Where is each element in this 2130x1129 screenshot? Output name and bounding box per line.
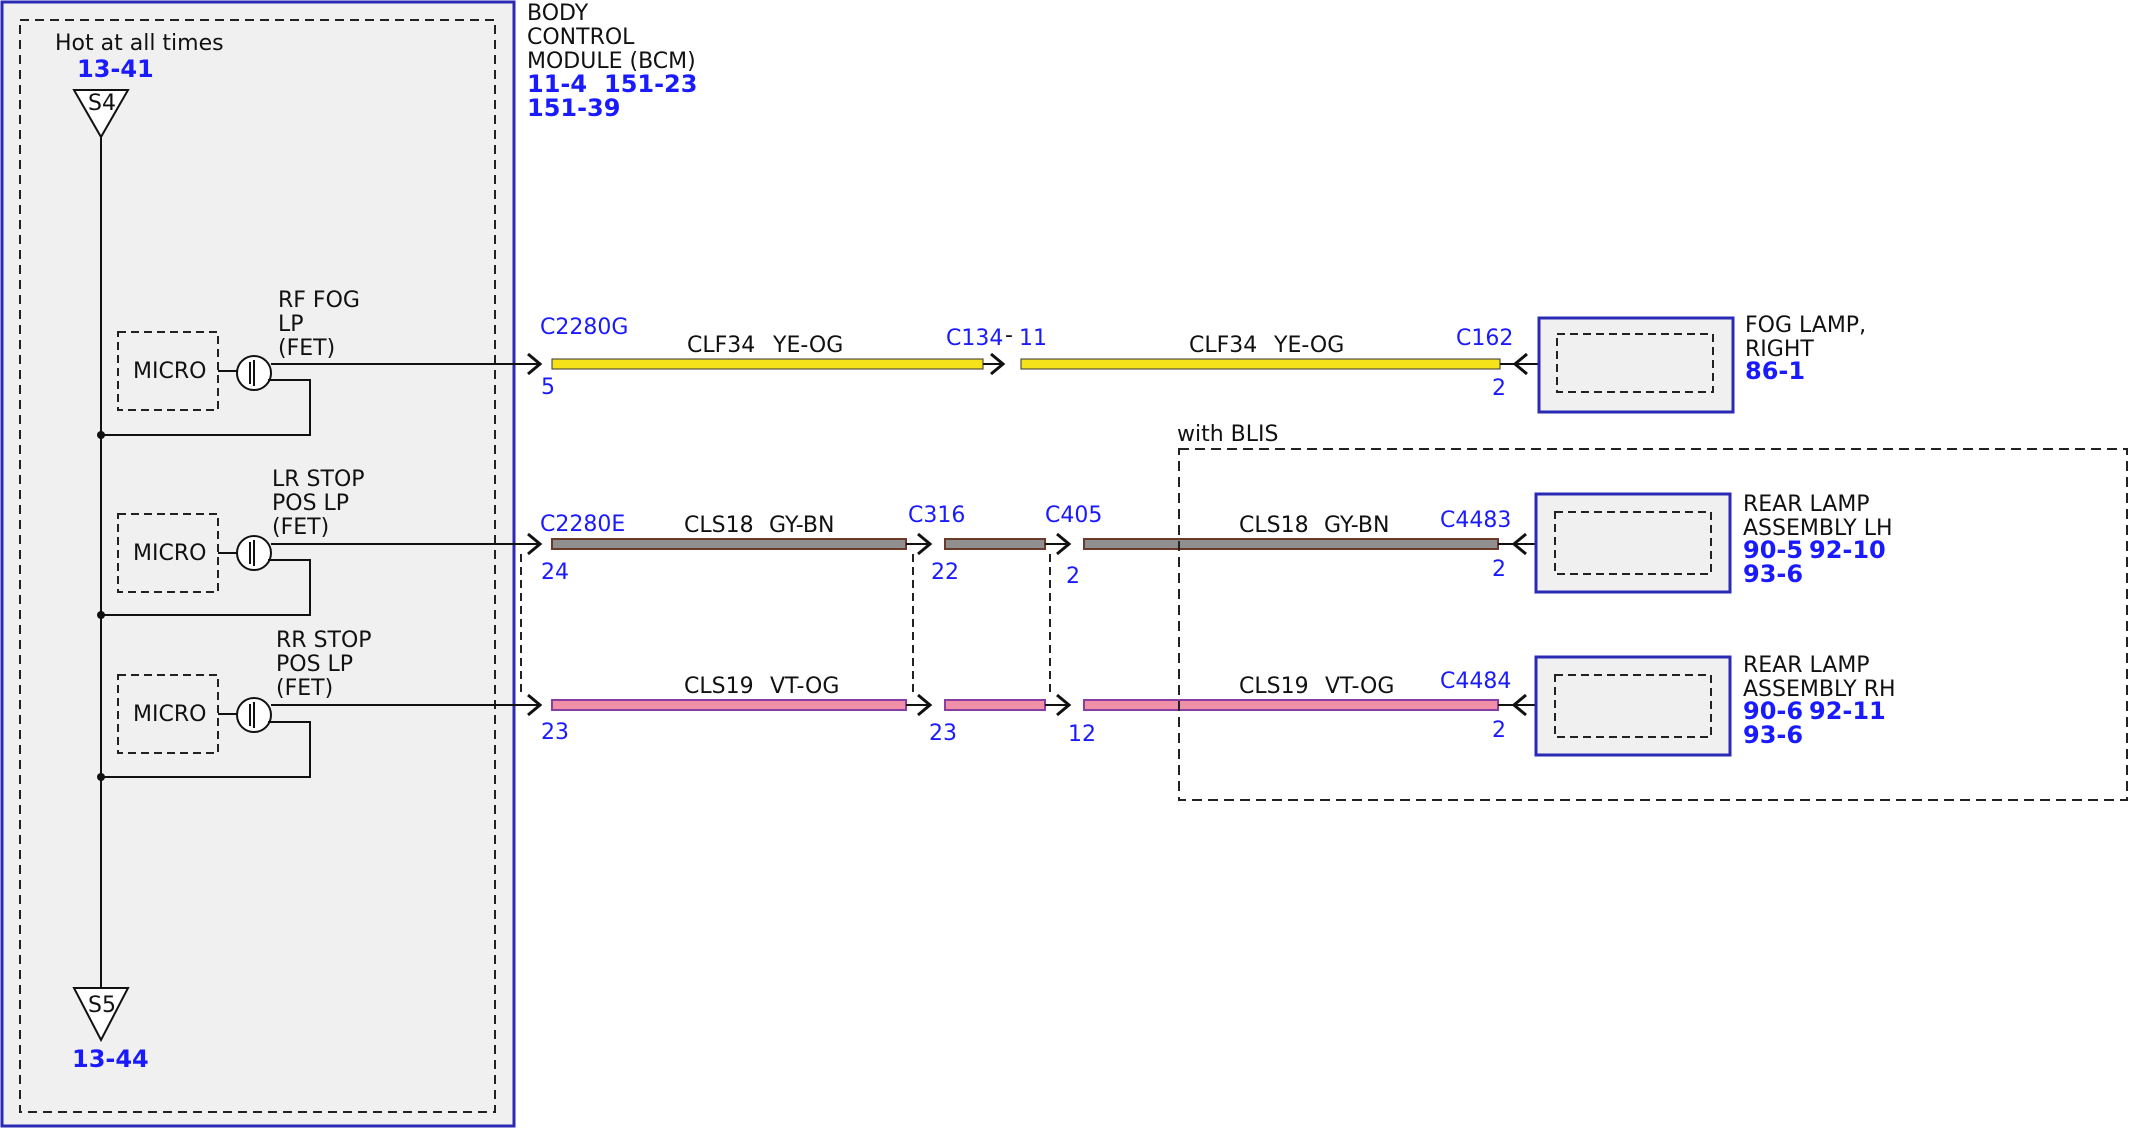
fog-lamp-right-box[interactable] [1537, 316, 1735, 414]
component-ref[interactable]: 93-6 [1743, 721, 1803, 749]
wire-code: CLF34 [1189, 333, 1257, 358]
component-pin: 2 [1492, 376, 1506, 401]
component-ref[interactable]: 92-10 [1809, 536, 1886, 564]
wire-segment [551, 699, 907, 711]
wire-segment [551, 358, 984, 370]
wire-segment [944, 538, 1046, 550]
bcm-label-line2: CONTROL [527, 25, 635, 50]
micro-label: MICRO [133, 359, 206, 384]
connector-label[interactable]: C2280G [540, 315, 628, 340]
fet-label-line2: POS LP [276, 652, 353, 677]
fet-label-line3: (FET) [272, 515, 329, 540]
micro-label: MICRO [133, 541, 206, 566]
wire-color: YE-OG [772, 333, 843, 358]
fet-label-line1: RF FOG [278, 288, 360, 313]
inline-connector-pin: 2 [1066, 564, 1080, 589]
wire-color: YE-OG [1273, 333, 1344, 358]
wire-segment [1083, 699, 1499, 711]
wire-code: CLS19 [684, 674, 754, 699]
wire-code: CLS18 [684, 513, 754, 538]
component-connector-label[interactable]: C4483 [1440, 508, 1511, 533]
wire-segment [1083, 538, 1499, 550]
component-ref[interactable]: 93-6 [1743, 560, 1803, 588]
micro-label: MICRO [133, 702, 206, 727]
inline-connector-pin: 23 [929, 721, 957, 746]
component-ref[interactable]: 86-1 [1745, 357, 1805, 385]
fet-label-line1: RR STOP [276, 628, 372, 653]
bcm-ref-3[interactable]: 151-39 [527, 94, 620, 122]
pin-number: 24 [541, 560, 569, 585]
component-connector-label[interactable]: C4484 [1440, 669, 1511, 694]
hot-at-all-times-label: Hot at all times [55, 31, 224, 56]
component-label-line1: REAR LAMP [1743, 653, 1870, 678]
component-pin: 2 [1492, 557, 1506, 582]
component-connector-label[interactable]: C162 [1456, 326, 1513, 351]
fet-label-line1: LR STOP [272, 467, 365, 492]
fet-label-line2: POS LP [272, 491, 349, 516]
wire-color: GY-BN [769, 513, 834, 538]
inline-connector-dash: - [1005, 323, 1013, 348]
top-splice-label: S4 [88, 91, 116, 116]
component-pin: 2 [1492, 718, 1506, 743]
wire-color: VT-OG [1325, 674, 1394, 699]
wire-code: CLS19 [1239, 674, 1309, 699]
inline-connector-pin: 12 [1068, 722, 1096, 747]
connector-label[interactable]: C2280E [540, 512, 625, 537]
fet-label-line2: LP [278, 312, 304, 337]
fet-label-line3: (FET) [276, 676, 333, 701]
inline-connector-label[interactable]: C134 [946, 326, 1003, 351]
rear-lamp-rh-box[interactable] [1534, 655, 1732, 757]
fet-label-line3: (FET) [278, 336, 335, 361]
inline-connector-pin: 22 [931, 560, 959, 585]
wire-segment [944, 699, 1046, 711]
bottom-splice-label: S5 [88, 993, 116, 1018]
wire-segment [551, 538, 907, 550]
wire-code: CLS18 [1239, 513, 1309, 538]
inline-connector-pin: 11 [1019, 326, 1047, 351]
wire-color: VT-OG [770, 674, 839, 699]
wire-segment [1020, 358, 1501, 370]
rear-lamp-lh-box[interactable] [1534, 492, 1732, 594]
wiring-diagram: BODY CONTROL MODULE (BCM) 11-4 151-23 15… [0, 0, 2128, 1128]
inline-connector-label[interactable]: C405 [1045, 503, 1102, 528]
wire-code: CLF34 [687, 333, 755, 358]
bottom-splice-ref[interactable]: 13-44 [72, 1045, 149, 1073]
blis-label: with BLIS [1177, 422, 1278, 447]
component-label-line1: REAR LAMP [1743, 492, 1870, 517]
bcm-label-line1: BODY [527, 1, 589, 26]
top-splice-ref[interactable]: 13-41 [77, 55, 154, 83]
pin-number: 23 [541, 720, 569, 745]
component-ref[interactable]: 92-11 [1809, 697, 1886, 725]
inline-connector-label[interactable]: C316 [908, 503, 965, 528]
bcm-module: BODY CONTROL MODULE (BCM) 11-4 151-23 15… [0, 0, 697, 1128]
wire-color: GY-BN [1324, 513, 1389, 538]
pin-number: 5 [541, 375, 555, 400]
component-label-line1: FOG LAMP, [1745, 313, 1866, 338]
